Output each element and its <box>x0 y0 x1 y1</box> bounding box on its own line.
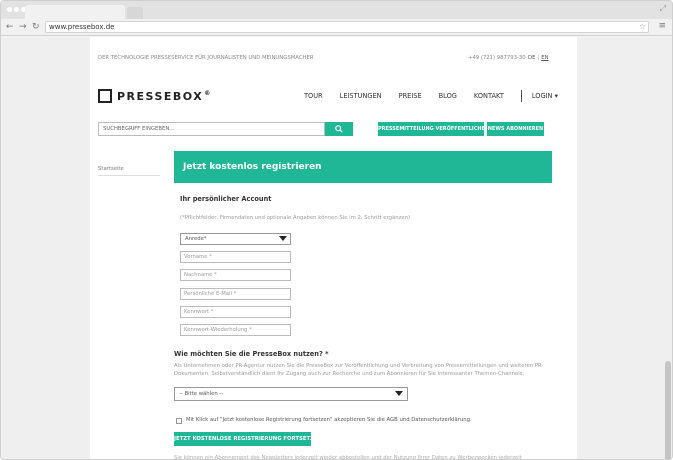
subscribe-news-button[interactable]: NEWS ABONNIEREN <box>487 122 544 136</box>
search-input[interactable]: SUCHBEGRIFF EINGEBEN... <box>98 122 325 136</box>
salutation-value: Anrede* <box>185 236 207 242</box>
chevron-down-icon <box>395 391 403 396</box>
bookmark-star-icon[interactable]: ☆ <box>639 22 646 32</box>
search-icon <box>335 125 343 133</box>
page-content: DER TECHNOLOGIE PRESSESERVICE FÜR JOURNA… <box>90 37 577 460</box>
title-bar: ⤢ <box>1 1 672 19</box>
newsletter-notice: Sie können ein Abonnement des Newsletter… <box>174 455 522 460</box>
logo-square-icon <box>98 89 112 103</box>
nav-blog[interactable]: BLOG <box>439 92 457 102</box>
url-text: www.pressebox.de <box>49 23 115 31</box>
email-field[interactable]: Persönliche E-Mail * <box>180 288 291 300</box>
register-banner: Jetzt kostenlos registrieren <box>174 151 552 183</box>
sidebar-item-startseite[interactable]: Startseite <box>98 166 124 172</box>
browser-window: ⤢ ← → ↻ www.pressebox.de ☆ ≡ DER TECHNOL… <box>0 0 673 460</box>
logo-text: PRESSEBOX® <box>117 89 212 103</box>
fullscreen-icon[interactable]: ⤢ <box>660 4 666 14</box>
browser-tab[interactable] <box>25 5 125 19</box>
first-name-field[interactable]: Vorname * <box>180 251 291 263</box>
browser-menu-icon[interactable]: ≡ <box>658 21 666 31</box>
nav-tour[interactable]: TOUR <box>304 92 323 102</box>
nav-login[interactable]: LOGIN ▾ <box>532 92 558 102</box>
pressebox-logo[interactable]: PRESSEBOX® <box>98 89 212 103</box>
page-viewport: DER TECHNOLOGIE PRESSESERVICE FÜR JOURNA… <box>1 37 672 460</box>
nav-leistungen[interactable]: LEISTUNGEN <box>340 92 382 102</box>
page-scrollbar[interactable] <box>664 37 672 459</box>
lang-separator: | <box>537 55 540 61</box>
nav-preise[interactable]: PREISE <box>399 92 422 102</box>
url-input[interactable]: www.pressebox.de ☆ <box>45 21 649 33</box>
close-window-icon[interactable] <box>7 7 12 12</box>
agb-checkbox[interactable] <box>176 418 182 424</box>
nav-kontakt[interactable]: KONTAKT <box>474 92 504 102</box>
usage-select-value: -- Bitte wählen -- <box>179 391 224 397</box>
minimize-window-icon[interactable] <box>14 7 19 12</box>
sidebar-divider <box>98 175 160 176</box>
header-tagline: DER TECHNOLOGIE PRESSESERVICE FÜR JOURNA… <box>98 55 314 61</box>
account-heading: Ihr persönlicher Account <box>180 195 272 203</box>
continue-registration-button[interactable]: JETZT KOSTENLOSE REGISTRIERUNG FORTSETZE… <box>174 432 322 446</box>
nav-divider <box>520 90 522 102</box>
language-switcher: DE | EN <box>528 55 549 61</box>
lang-de-link[interactable]: DE <box>528 55 535 61</box>
forward-arrow-icon[interactable]: → <box>19 21 27 33</box>
usage-description: Als Unternehmen oder PR-Agentur nutzen S… <box>174 363 544 377</box>
agb-label: Mit Klick auf "Jetzt kostenlose Registri… <box>186 417 472 423</box>
address-bar: ← → ↻ www.pressebox.de ☆ ≡ <box>1 19 672 36</box>
last-name-field[interactable]: Nachname * <box>180 269 291 281</box>
password-repeat-field[interactable]: Kennwort-Wiederholung * <box>180 324 291 336</box>
main-nav: TOUR LEISTUNGEN PREISE BLOG KONTAKT LOGI… <box>304 90 575 102</box>
chevron-down-icon <box>279 236 287 241</box>
search-button[interactable] <box>325 122 353 136</box>
lang-en-link[interactable]: EN <box>541 55 548 61</box>
publish-press-release-button[interactable]: PRESSEMITTEILUNG VERÖFFENTLICHEN <box>378 122 489 136</box>
usage-heading: Wie möchten Sie die PresseBox nutzen? * <box>174 350 329 358</box>
salutation-select[interactable]: Anrede* <box>180 233 291 245</box>
header-phone: +49 (721) 987793-30 <box>468 55 526 61</box>
back-arrow-icon[interactable]: ← <box>6 21 14 33</box>
new-tab-button[interactable] <box>127 7 143 19</box>
password-field[interactable]: Kennwort * <box>180 306 291 318</box>
scrollbar-thumb[interactable] <box>665 361 671 459</box>
reload-icon[interactable]: ↻ <box>32 21 40 33</box>
required-fields-hint: (*Pflichtfelder, Firmendaten und optiona… <box>180 215 411 221</box>
usage-select[interactable]: -- Bitte wählen -- <box>174 387 408 401</box>
